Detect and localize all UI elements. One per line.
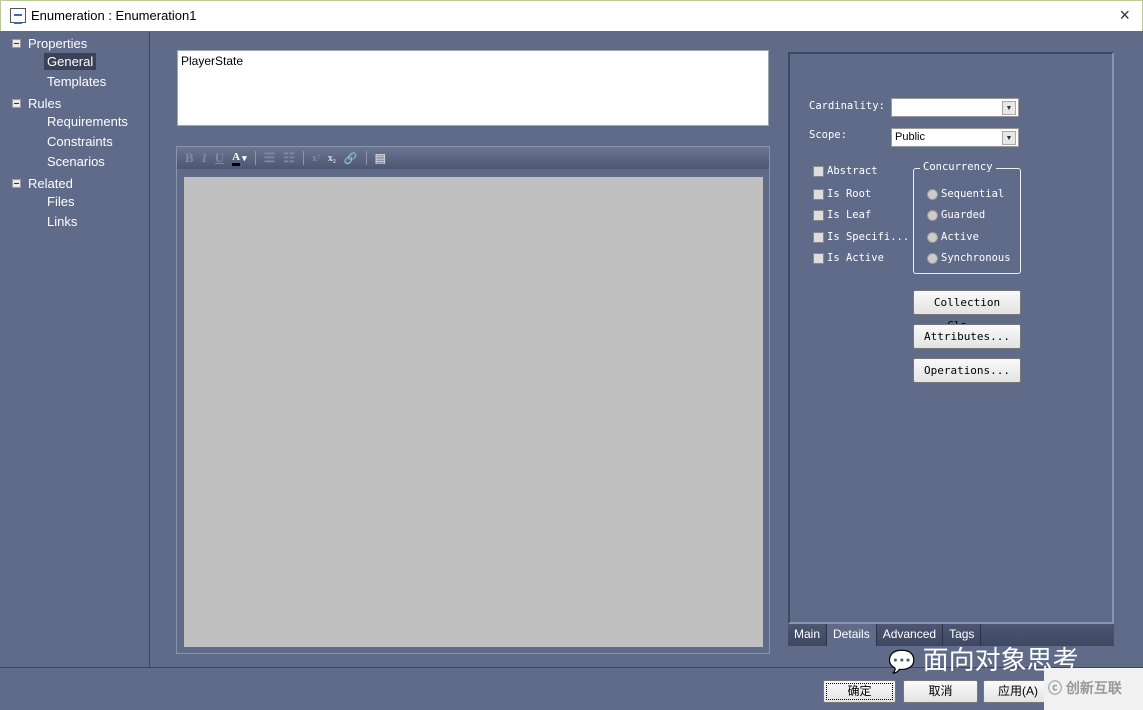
- hyperlink-icon[interactable]: 🔗: [344, 152, 358, 165]
- cardinality-combo[interactable]: ▼: [891, 98, 1019, 117]
- bold-icon[interactable]: B: [185, 150, 194, 166]
- radio-synchronous[interactable]: Synchronous: [927, 252, 1011, 264]
- sidebar-item-links[interactable]: Links: [44, 213, 80, 230]
- cancel-button[interactable]: 取消: [903, 680, 978, 703]
- sidebar-item-templates[interactable]: Templates: [44, 73, 109, 90]
- numbered-list-icon[interactable]: ☷: [283, 150, 295, 166]
- operations-button[interactable]: Operations...: [913, 358, 1021, 383]
- checkbox-is-leaf[interactable]: Is Leaf: [813, 209, 871, 221]
- editor-toolbar: B I U A ▾ ☰ ☷ x² x₂ 🔗 ▤: [177, 147, 769, 169]
- logo-text: 创新互联: [1065, 680, 1122, 696]
- tree-group-properties[interactable]: Properties: [12, 36, 87, 51]
- collapse-icon[interactable]: [12, 39, 21, 48]
- collapse-icon[interactable]: [12, 99, 21, 108]
- checkbox-is-active[interactable]: Is Active: [813, 252, 884, 264]
- ok-button[interactable]: 确定: [823, 680, 896, 703]
- divider: [254, 151, 256, 165]
- wechat-icon: 💬: [888, 649, 916, 674]
- divider: [302, 151, 304, 165]
- apply-button[interactable]: 应用(A): [983, 680, 1053, 703]
- sidebar-item-constraints[interactable]: Constraints: [44, 133, 116, 150]
- close-icon[interactable]: ×: [1119, 5, 1130, 26]
- sidebar-item-scenarios[interactable]: Scenarios: [44, 153, 108, 170]
- chevron-down-icon[interactable]: ▾: [242, 153, 247, 164]
- notes-editor: B I U A ▾ ☰ ☷ x² x₂ 🔗 ▤: [176, 146, 770, 654]
- underline-icon[interactable]: U: [215, 150, 224, 166]
- checkbox-is-root[interactable]: Is Root: [813, 188, 871, 200]
- app-icon: [10, 8, 26, 24]
- concurrency-label: Concurrency: [920, 161, 996, 173]
- title-bar: Enumeration : Enumeration1 ×: [0, 0, 1143, 31]
- radio-sequential[interactable]: Sequential: [927, 188, 1004, 200]
- subscript-icon[interactable]: x₂: [328, 153, 336, 164]
- superscript-icon[interactable]: x²: [312, 153, 320, 164]
- name-field[interactable]: PlayerState: [177, 50, 769, 126]
- notes-text-area[interactable]: [184, 177, 763, 647]
- scope-combo[interactable]: Public ▼: [891, 128, 1019, 147]
- italic-icon[interactable]: I: [202, 150, 207, 166]
- radio-active[interactable]: Active: [927, 231, 979, 243]
- divider: [365, 151, 367, 165]
- collapse-icon[interactable]: [12, 179, 21, 188]
- bullet-list-icon[interactable]: ☰: [264, 150, 276, 166]
- group-label: Properties: [28, 36, 88, 51]
- chevron-down-icon[interactable]: ▼: [1002, 101, 1016, 115]
- sidebar-item-files[interactable]: Files: [44, 193, 77, 210]
- collection-classes-button[interactable]: Collection Cla...: [913, 290, 1021, 332]
- attachment-icon[interactable]: ▤: [375, 151, 386, 166]
- sidebar-tree: Properties General Templates Rules Requi…: [2, 32, 150, 668]
- cardinality-label: Cardinality:: [809, 100, 885, 112]
- font-color-icon[interactable]: A: [232, 151, 241, 166]
- watermark-logo: ⓒ 创新互联: [1044, 668, 1143, 710]
- logo-icon: ⓒ: [1048, 680, 1062, 696]
- scope-label: Scope:: [809, 129, 847, 141]
- tab-main[interactable]: Main: [788, 624, 828, 646]
- sidebar-item-general[interactable]: General: [44, 53, 97, 70]
- tree-group-rules[interactable]: Rules: [12, 96, 61, 111]
- checkbox-is-specification[interactable]: Is Specifi...: [813, 231, 909, 243]
- group-label: Related: [28, 176, 73, 191]
- tree-group-related[interactable]: Related: [12, 176, 73, 191]
- chevron-down-icon[interactable]: ▼: [1002, 131, 1016, 145]
- group-label: Rules: [28, 96, 62, 111]
- radio-guarded[interactable]: Guarded: [927, 209, 985, 221]
- attributes-button[interactable]: Attributes...: [913, 324, 1021, 349]
- sidebar-item-requirements[interactable]: Requirements: [44, 113, 131, 130]
- checkbox-abstract[interactable]: Abstract: [813, 165, 878, 177]
- tab-details[interactable]: Details: [827, 624, 877, 646]
- scope-value: Public: [895, 131, 925, 143]
- window-title: Enumeration : Enumeration1: [31, 8, 197, 23]
